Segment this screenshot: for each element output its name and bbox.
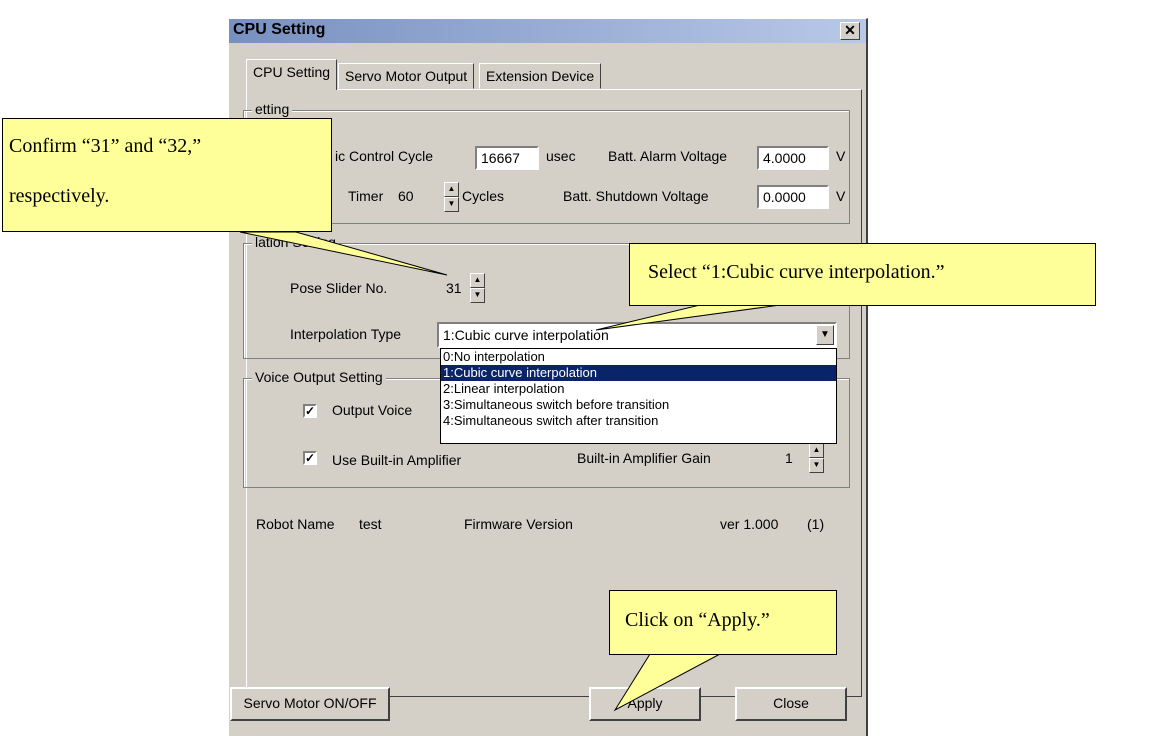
callout-pointers xyxy=(239,231,781,712)
callout-apply-text: Click on “Apply.” xyxy=(625,609,770,631)
callout-apply: Click on “Apply.” xyxy=(609,590,837,655)
callout-select-interpolation: Select “1:Cubic curve interpolation.” xyxy=(629,243,1096,306)
callout-confirm-line1: Confirm “31” and “32,” xyxy=(9,135,202,157)
callout-confirm-line2: respectively. xyxy=(9,185,110,207)
callout-confirm-slider: Confirm “31” and “32,” respectively. xyxy=(2,118,332,232)
callout-select-text: Select “1:Cubic curve interpolation.” xyxy=(648,261,945,283)
